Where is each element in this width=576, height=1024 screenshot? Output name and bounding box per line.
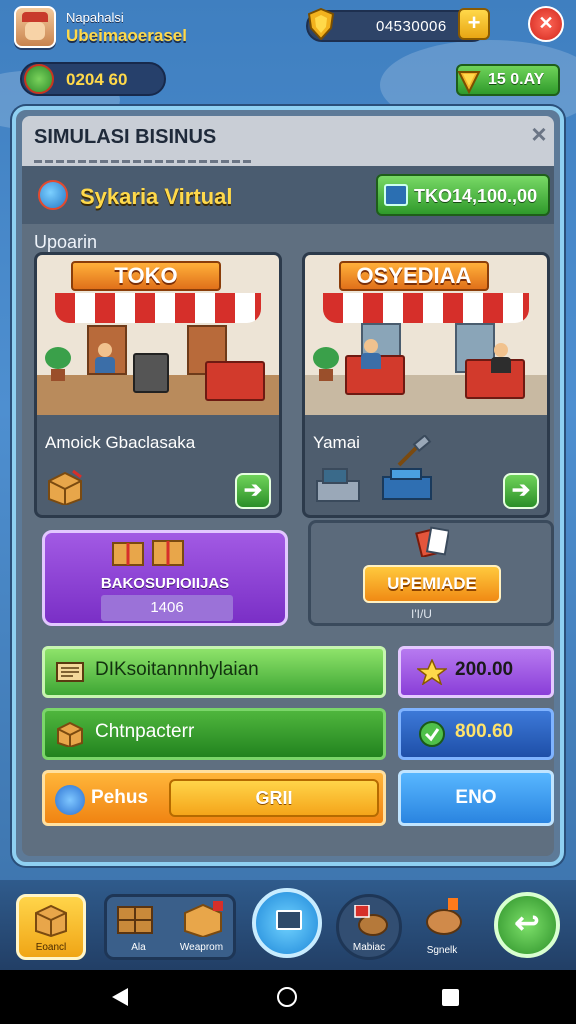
gem-counter[interactable]: 15 0.AY xyxy=(456,64,560,96)
nav-pets[interactable]: Sgnelk xyxy=(410,894,474,960)
shop-card-toko[interactable]: TOKO Amoick Gbaclasaka ➔ xyxy=(34,252,282,518)
upgrade-card: UPEMIADE I'I/U xyxy=(308,520,554,626)
cash-icon xyxy=(384,184,408,206)
register-icon xyxy=(316,468,360,502)
promo-label: BAKOSUPIOIIJAS xyxy=(100,575,230,592)
coin-value: 04530006 xyxy=(376,18,447,35)
system-nav-bar xyxy=(0,970,576,1024)
promo-card[interactable]: BAKOSUPIOIIJAS 1406 xyxy=(42,530,288,626)
tool-box-icon xyxy=(382,468,432,500)
end-button[interactable]: ENO xyxy=(398,770,554,826)
player-name: Napahalsi xyxy=(66,10,124,25)
resource-value: 0204 60 xyxy=(66,70,128,89)
shop-card-osyediaa[interactable]: OSYEDIAA Yamai ➔ xyxy=(302,252,550,518)
action-row-2-label: Chtnpacterr xyxy=(95,721,195,742)
gem-icon xyxy=(457,71,481,94)
package-icon xyxy=(184,901,223,937)
star-icon xyxy=(417,659,447,685)
title-underline xyxy=(34,150,274,163)
shield-coin-icon xyxy=(308,8,334,40)
end-button-label: ENO xyxy=(455,787,497,808)
panel-body: SIMULASI BISINUS × Sykaria Virtual TKO14… xyxy=(22,116,554,856)
resource-counter: 0204 60 xyxy=(20,62,166,96)
player-subtitle: Ubeimaoerasel xyxy=(66,26,187,45)
shop-go-button[interactable]: ➔ xyxy=(503,473,539,509)
potion-icon xyxy=(55,785,85,815)
title-bar: SIMULASI BISINUS × xyxy=(22,116,554,166)
avatar[interactable] xyxy=(14,6,56,48)
shop-go-button[interactable]: ➔ xyxy=(235,473,271,509)
action-row-3[interactable]: Pehus GRII xyxy=(42,770,386,826)
upgrade-note: I'I/U xyxy=(411,607,432,621)
back-arrow-button[interactable]: ↩ xyxy=(494,892,560,958)
bottom-nav: Eoancl Ala Weaprom Mabiac Sgnelk ↩ xyxy=(0,880,576,970)
action-row-1-amount: 200.00 xyxy=(455,659,514,680)
nav-item-label: Weaprom xyxy=(179,942,224,953)
package-icon xyxy=(57,721,83,747)
panel-close-icon[interactable]: × xyxy=(528,121,550,147)
balance-box[interactable]: TKO14,100.,00 xyxy=(376,174,550,216)
box-icon xyxy=(48,469,82,505)
business-name: Sykaria Virtual xyxy=(80,184,233,209)
crate-icon xyxy=(117,906,153,934)
balance-value: TKO14,100.,00 xyxy=(414,186,538,206)
gift-boxes-icon xyxy=(112,540,184,566)
gem-value: 15 0.AY xyxy=(488,71,545,88)
nav-shop-group[interactable]: Ala Weaprom xyxy=(104,894,236,960)
home-icon[interactable] xyxy=(277,987,297,1007)
upgrade-button[interactable]: UPEMIADE xyxy=(363,565,501,603)
action-row-3-label: Pehus xyxy=(91,787,149,808)
nav-item-label: Mabiac xyxy=(352,942,386,953)
add-coins-button[interactable]: + xyxy=(458,8,490,40)
computer-icon xyxy=(276,910,302,930)
business-panel: SIMULASI BISINUS × Sykaria Virtual TKO14… xyxy=(12,106,564,866)
globe-icon xyxy=(38,180,68,210)
shop-scene: OSYEDIAA xyxy=(305,255,547,415)
box-icon xyxy=(35,904,67,937)
action-row-1-label: DIKsoitannnhylaian xyxy=(95,659,259,680)
action-row-1[interactable]: DIKsoitannnhylaian xyxy=(42,646,386,698)
nav-computer-button[interactable] xyxy=(252,888,322,958)
cards-icon xyxy=(415,526,449,557)
promo-count: 1406 xyxy=(101,595,233,621)
nav-item-label: Sgnelk xyxy=(426,945,458,956)
shop-caption: Yamai xyxy=(313,433,360,452)
nav-home-label: Eoancl xyxy=(35,942,67,953)
action-row-2[interactable]: Chtnpacterr xyxy=(42,708,386,760)
recents-icon[interactable] xyxy=(442,989,459,1006)
action-row-2-value[interactable]: 800.60 xyxy=(398,708,554,760)
business-header: Sykaria Virtual TKO14,100.,00 xyxy=(22,166,554,224)
shop-scene: TOKO xyxy=(37,255,279,415)
shop-sign: TOKO xyxy=(71,261,221,291)
animal-icon xyxy=(354,905,388,936)
back-icon[interactable] xyxy=(112,988,128,1006)
close-icon[interactable]: ✕ xyxy=(528,6,564,42)
top-hud: Napahalsi Ubeimaoerasel 04530006 + ✕ xyxy=(0,0,576,56)
nav-item-label: Ala xyxy=(131,942,146,953)
ticket-icon xyxy=(56,662,84,682)
panel-title: SIMULASI BISINUS xyxy=(34,126,217,148)
nav-home[interactable]: Eoancl xyxy=(16,894,86,960)
section-label: Upoarin xyxy=(34,232,98,252)
capybara-icon xyxy=(426,898,462,935)
shop-caption: Amoick Gbaclasaka xyxy=(45,433,196,452)
shop-sign: OSYEDIAA xyxy=(339,261,489,291)
action-row-1-value[interactable]: 200.00 xyxy=(398,646,554,698)
action-row-3-button[interactable]: GRII xyxy=(169,779,379,817)
leaf-badge-icon xyxy=(419,721,445,747)
nav-market[interactable]: Mabiac xyxy=(336,894,402,960)
leaf-icon xyxy=(24,64,54,94)
action-row-2-amount: 800.60 xyxy=(455,721,514,742)
